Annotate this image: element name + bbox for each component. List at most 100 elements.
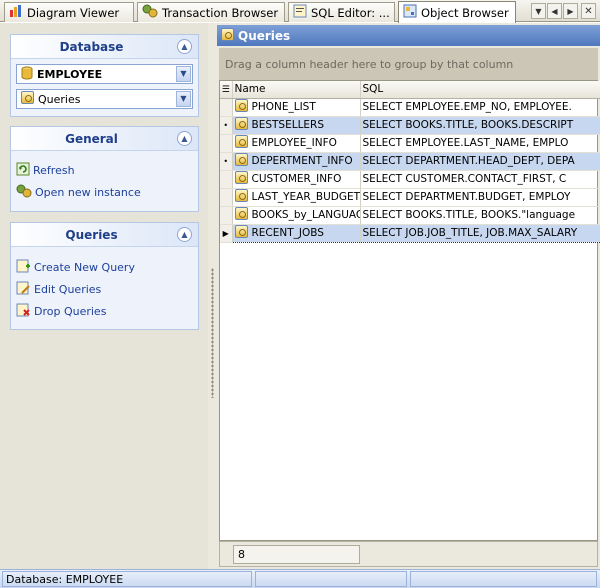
database-group-header[interactable]: Database ▲ xyxy=(11,35,198,59)
column-list-icon: ☰ xyxy=(221,85,230,96)
create-query-icon xyxy=(16,259,31,276)
caret-left-icon: ◀ xyxy=(551,6,558,16)
refresh-link[interactable]: Refresh xyxy=(16,162,75,179)
status-panel-3 xyxy=(410,571,597,587)
sql-cell[interactable]: SELECT BOOKS.TITLE, BOOKS.DESCRIPT xyxy=(360,116,600,135)
general-group: General ▲ Refresh Open new instance xyxy=(10,126,199,212)
database-icon xyxy=(21,66,33,83)
query-name: LAST_YEAR_BUDGET xyxy=(251,191,360,203)
tab-object-browser[interactable]: Object Browser xyxy=(398,1,516,23)
column-header-sql[interactable]: SQL xyxy=(360,81,600,99)
open-new-instance-link[interactable]: Open new instance xyxy=(16,184,141,201)
sql-editor-icon xyxy=(293,4,307,21)
sql-cell[interactable]: SELECT EMPLOYEE.EMP_NO, EMPLOYEE. xyxy=(360,98,600,117)
pane-splitter[interactable] xyxy=(208,23,217,569)
name-cell[interactable]: LAST_YEAR_BUDGET xyxy=(232,188,361,207)
tab-label: Diagram Viewer xyxy=(27,5,120,20)
group-by-area[interactable]: Drag a column header here to group by th… xyxy=(219,48,598,80)
query-name: DEPERTMENT_INFO xyxy=(251,155,353,167)
query-icon xyxy=(234,171,248,187)
name-cell[interactable]: CUSTOMER_INFO xyxy=(232,170,361,189)
table-row[interactable]: • DEPERTMENT_INFO SELECT DEPARTMENT.HEAD… xyxy=(220,152,600,171)
table-row[interactable]: CUSTOMER_INFO SELECT CUSTOMER.CONTACT_FI… xyxy=(220,170,600,189)
column-chooser-button[interactable]: ☰ xyxy=(220,81,233,99)
query-name: BESTSELLERS xyxy=(251,119,325,131)
row-indicator xyxy=(220,98,233,117)
general-group-header[interactable]: General ▲ xyxy=(11,127,198,151)
tab-list-dropdown-button[interactable]: ▼ xyxy=(531,3,546,19)
drop-queries-link[interactable]: Drop Queries xyxy=(16,303,106,320)
chevron-down-icon[interactable]: ▼ xyxy=(176,91,191,107)
link-label: Open new instance xyxy=(35,186,141,199)
query-name: BOOKS_by_LANGUAGE xyxy=(251,209,360,221)
queries-group-header[interactable]: Queries ▲ xyxy=(11,223,198,247)
name-cell[interactable]: DEPERTMENT_INFO xyxy=(232,152,361,171)
table-row[interactable]: EMPLOYEE_INFO SELECT EMPLOYEE.LAST_NAME,… xyxy=(220,134,600,153)
record-count: 8 xyxy=(233,545,360,564)
sql-cell[interactable]: SELECT CUSTOMER.CONTACT_FIRST, C xyxy=(360,170,600,189)
sql-cell[interactable]: SELECT DEPARTMENT.HEAD_DEPT, DEPA xyxy=(360,152,600,171)
sql-cell[interactable]: SELECT DEPARTMENT.BUDGET, EMPLOY xyxy=(360,188,600,207)
edit-queries-link[interactable]: Edit Queries xyxy=(16,281,101,298)
name-cell[interactable]: EMPLOYEE_INFO xyxy=(232,134,361,153)
column-header-name[interactable]: Name xyxy=(232,81,361,99)
sql-cell[interactable]: SELECT BOOKS.TITLE, BOOKS."language xyxy=(360,206,600,225)
query-name: PHONE_LIST xyxy=(251,101,316,113)
link-label: Create New Query xyxy=(34,261,135,274)
query-icon xyxy=(234,207,248,223)
open-instance-icon xyxy=(16,184,32,201)
tab-scroll-left-button[interactable]: ◀ xyxy=(547,3,562,19)
group-title: Database xyxy=(59,40,124,54)
tab-label: Transaction Browser xyxy=(162,5,279,20)
collapse-chevron-up-icon[interactable]: ▲ xyxy=(177,39,192,54)
query-icon xyxy=(234,153,248,169)
query-icon xyxy=(234,117,248,133)
queries-panel-header: Queries xyxy=(217,25,600,46)
chevron-down-icon[interactable]: ▼ xyxy=(176,66,191,82)
collapse-chevron-up-icon[interactable]: ▲ xyxy=(177,131,192,146)
table-row[interactable]: PHONE_LIST SELECT EMPLOYEE.EMP_NO, EMPLO… xyxy=(220,98,600,117)
close-icon: ✕ xyxy=(584,5,593,17)
create-new-query-link[interactable]: Create New Query xyxy=(16,259,135,276)
row-indicator: • xyxy=(220,152,233,171)
document-tab-bar: Diagram Viewer Transaction Browser SQL E… xyxy=(0,0,600,23)
row-indicator: ▶ xyxy=(220,224,233,243)
tab-sql-editor[interactable]: SQL Editor: ... xyxy=(288,2,395,22)
close-tab-button[interactable]: ✕ xyxy=(581,3,596,19)
caret-right-icon: ▶ xyxy=(567,6,574,16)
name-cell[interactable]: BOOKS_by_LANGUAGE xyxy=(232,206,361,225)
status-bar: Database: EMPLOYEE xyxy=(0,569,600,588)
database-group: Database ▲ EMPLOYEE ▼ Queries ▼ xyxy=(10,34,199,117)
name-cell[interactable]: PHONE_LIST xyxy=(232,98,361,117)
link-label: Refresh xyxy=(33,164,75,177)
database-select[interactable]: EMPLOYEE ▼ xyxy=(16,64,193,84)
grid-footer: 8 xyxy=(219,541,598,567)
link-label: Edit Queries xyxy=(34,283,102,296)
status-database: Database: EMPLOYEE xyxy=(2,571,252,587)
object-type-select[interactable]: Queries ▼ xyxy=(16,89,193,109)
row-indicator xyxy=(220,206,233,225)
group-title: Queries xyxy=(65,228,118,242)
row-indicator xyxy=(220,170,233,189)
query-icon xyxy=(234,99,248,115)
tab-label: SQL Editor: ... xyxy=(311,5,390,20)
table-row[interactable]: LAST_YEAR_BUDGET SELECT DEPARTMENT.BUDGE… xyxy=(220,188,600,207)
sql-cell[interactable]: SELECT JOB.JOB_TITLE, JOB.MAX_SALARY xyxy=(360,223,600,243)
tab-diagram-viewer[interactable]: Diagram Viewer xyxy=(4,2,134,22)
table-row[interactable]: • BESTSELLERS SELECT BOOKS.TITLE, BOOKS.… xyxy=(220,116,600,135)
query-name: CUSTOMER_INFO xyxy=(251,173,342,185)
refresh-icon xyxy=(16,162,30,179)
tab-scroll-right-button[interactable]: ▶ xyxy=(563,3,578,19)
object-type-value: Queries xyxy=(38,92,81,106)
caret-down-icon: ▼ xyxy=(535,6,542,16)
table-row[interactable]: BOOKS_by_LANGUAGE SELECT BOOKS.TITLE, BO… xyxy=(220,206,600,225)
table-row-current[interactable]: ▶ RECENT_JOBS SELECT JOB.JOB_TITLE, JOB.… xyxy=(220,223,600,243)
queries-grid: ☰ Name SQL PHONE_LIST SELECT EMPLOYEE.EM… xyxy=(219,80,600,541)
collapse-chevron-up-icon[interactable]: ▲ xyxy=(177,227,192,242)
tab-transaction-browser[interactable]: Transaction Browser xyxy=(137,2,285,22)
name-cell[interactable]: BESTSELLERS xyxy=(232,116,361,135)
sql-cell[interactable]: SELECT EMPLOYEE.LAST_NAME, EMPLO xyxy=(360,134,600,153)
query-name: EMPLOYEE_INFO xyxy=(251,137,337,149)
drop-queries-icon xyxy=(16,303,31,320)
name-cell[interactable]: RECENT_JOBS xyxy=(232,223,361,243)
